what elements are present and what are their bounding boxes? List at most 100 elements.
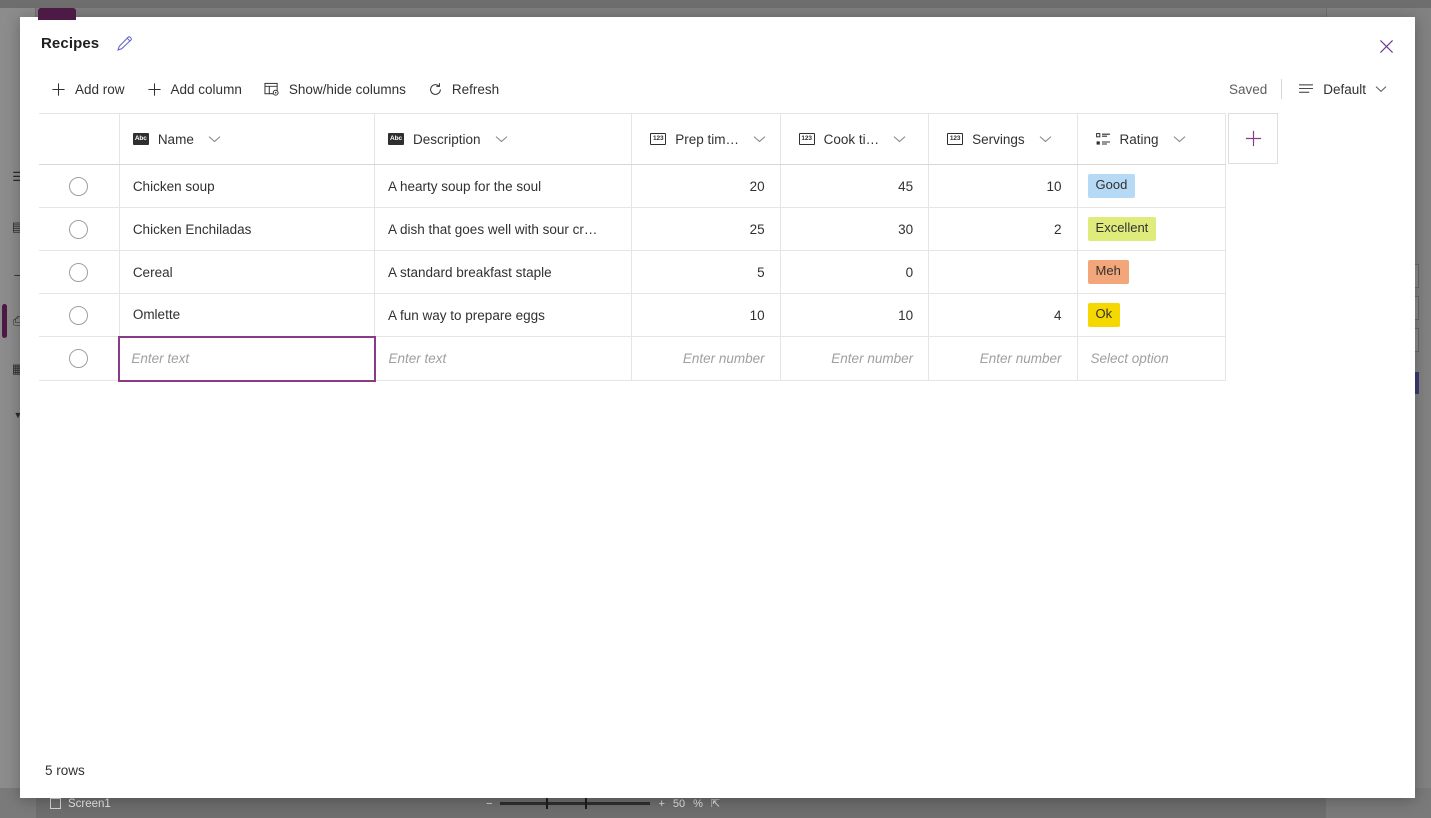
cell-name[interactable]: Chicken Enchiladas	[119, 208, 374, 251]
rail-selection-indicator	[2, 304, 7, 338]
grid-header-row: Abc Name Abc Description	[39, 114, 1226, 165]
cell-cook-time[interactable]: 10	[780, 294, 928, 337]
add-row-button[interactable]: Add row	[40, 73, 136, 105]
divider	[1281, 79, 1282, 99]
column-header-label: Name	[158, 132, 194, 147]
cell-name[interactable]: Cereal	[119, 251, 374, 294]
new-row-prep-time-input[interactable]: Enter number	[632, 337, 780, 381]
chevron-down-icon[interactable]	[1039, 135, 1052, 143]
table-row[interactable]: Chicken soup A hearty soup for the soul …	[39, 165, 1226, 208]
cell-cook-time[interactable]: 30	[780, 208, 928, 251]
column-header-servings[interactable]: 123 Servings	[929, 114, 1077, 165]
chevron-down-icon[interactable]	[495, 135, 508, 143]
add-row-label: Add row	[75, 82, 125, 97]
add-column-label: Add column	[171, 82, 242, 97]
column-header-label: Servings	[972, 132, 1025, 147]
zoom-control[interactable]: − + 50 % ⇱	[486, 797, 720, 810]
table-row[interactable]: Omlette A fun way to prepare eggs 10 10 …	[39, 294, 1226, 337]
cell-rating[interactable]: Excellent	[1077, 208, 1225, 251]
add-column-button[interactable]: Add column	[136, 73, 253, 105]
placeholder-text: Select option	[1091, 351, 1169, 366]
screen-indicator[interactable]: Screen1	[50, 798, 111, 810]
zoom-in-icon[interactable]: +	[658, 798, 664, 810]
row-select-radio[interactable]	[69, 263, 88, 282]
plus-icon	[51, 82, 66, 97]
cell-cook-time[interactable]: 0	[780, 251, 928, 294]
new-row-cook-time-input[interactable]: Enter number	[780, 337, 928, 381]
new-row-description-input[interactable]: Enter text	[375, 337, 632, 381]
row-select-cell[interactable]	[39, 165, 119, 208]
view-selector-button[interactable]: Default	[1284, 73, 1397, 105]
new-row-rating-select[interactable]: Select option	[1077, 337, 1225, 381]
status-badge: Excellent	[1088, 217, 1157, 240]
cell-rating[interactable]: Good	[1077, 165, 1225, 208]
cell-servings[interactable]: 4	[929, 294, 1077, 337]
row-select-cell[interactable]	[39, 337, 119, 381]
row-select-radio[interactable]	[69, 306, 88, 325]
data-grid: Abc Name Abc Description	[39, 113, 1226, 382]
cell-description[interactable]: A fun way to prepare eggs	[375, 294, 632, 337]
page-title: Recipes	[41, 35, 99, 52]
chevron-down-icon[interactable]	[753, 135, 766, 143]
column-header-name[interactable]: Abc Name	[119, 114, 374, 165]
cell-name[interactable]: Omlette	[119, 294, 374, 337]
column-header-label: Cook ti…	[824, 132, 880, 147]
row-select-radio[interactable]	[69, 349, 88, 368]
pencil-icon[interactable]	[112, 31, 136, 55]
cell-name[interactable]: Chicken soup	[119, 165, 374, 208]
cell-rating[interactable]: Ok	[1077, 294, 1225, 337]
table-row[interactable]: Chicken Enchiladas A dish that goes well…	[39, 208, 1226, 251]
plus-icon	[147, 82, 162, 97]
view-list-icon	[1298, 83, 1314, 96]
new-row[interactable]: Enter text Enter text Enter number Enter…	[39, 337, 1226, 381]
zoom-slider-mark	[585, 798, 587, 809]
chevron-down-icon[interactable]	[1173, 135, 1186, 143]
new-row-servings-input[interactable]: Enter number	[929, 337, 1077, 381]
placeholder-text: Enter text	[131, 351, 189, 366]
column-header-label: Description	[413, 132, 481, 147]
row-select-radio[interactable]	[69, 177, 88, 196]
row-select-cell[interactable]	[39, 294, 119, 337]
column-header-rating[interactable]: Rating	[1077, 114, 1225, 165]
column-header-description[interactable]: Abc Description	[375, 114, 632, 165]
show-hide-columns-button[interactable]: Show/hide columns	[253, 73, 417, 105]
zoom-slider-thumb[interactable]	[546, 798, 548, 809]
cell-servings[interactable]: 10	[929, 165, 1077, 208]
cell-servings[interactable]	[929, 251, 1077, 294]
column-header-prep-time[interactable]: 123 Prep tim…	[632, 114, 780, 165]
choice-type-icon	[1096, 133, 1111, 146]
cell-prep-time[interactable]: 20	[632, 165, 780, 208]
select-all-header[interactable]	[39, 114, 119, 165]
cell-prep-time[interactable]: 5	[632, 251, 780, 294]
plus-icon	[1244, 129, 1263, 148]
cell-description[interactable]: A standard breakfast staple	[375, 251, 632, 294]
cell-description[interactable]: A dish that goes well with sour cr…	[375, 208, 632, 251]
cell-servings[interactable]: 2	[929, 208, 1077, 251]
cell-description[interactable]: A hearty soup for the soul	[375, 165, 632, 208]
refresh-label: Refresh	[452, 82, 499, 97]
cell-rating[interactable]: Meh	[1077, 251, 1225, 294]
row-select-radio[interactable]	[69, 220, 88, 239]
dialog-command-bar: Add row Add column Show/hide columns	[20, 69, 1415, 109]
table-row[interactable]: Cereal A standard breakfast staple 5 0 M…	[39, 251, 1226, 294]
chevron-down-icon[interactable]	[893, 135, 906, 143]
background-titlebar	[0, 0, 1431, 8]
zoom-unit: %	[693, 798, 703, 810]
zoom-slider[interactable]	[500, 802, 650, 805]
new-row-name-input[interactable]: Enter text	[119, 337, 374, 381]
show-hide-columns-label: Show/hide columns	[289, 82, 406, 97]
close-icon[interactable]	[1371, 31, 1401, 61]
cell-cook-time[interactable]: 45	[780, 165, 928, 208]
refresh-button[interactable]: Refresh	[417, 73, 510, 105]
add-column-header-button[interactable]	[1228, 113, 1278, 164]
row-select-cell[interactable]	[39, 208, 119, 251]
placeholder-text: Enter number	[831, 351, 913, 366]
row-select-cell[interactable]	[39, 251, 119, 294]
chevron-down-icon[interactable]	[208, 135, 221, 143]
cell-prep-time[interactable]: 10	[632, 294, 780, 337]
fit-screen-icon[interactable]: ⇱	[711, 797, 720, 810]
screen-label: Screen1	[68, 798, 111, 810]
zoom-out-icon[interactable]: −	[486, 798, 492, 810]
cell-prep-time[interactable]: 25	[632, 208, 780, 251]
column-header-cook-time[interactable]: 123 Cook ti…	[780, 114, 928, 165]
